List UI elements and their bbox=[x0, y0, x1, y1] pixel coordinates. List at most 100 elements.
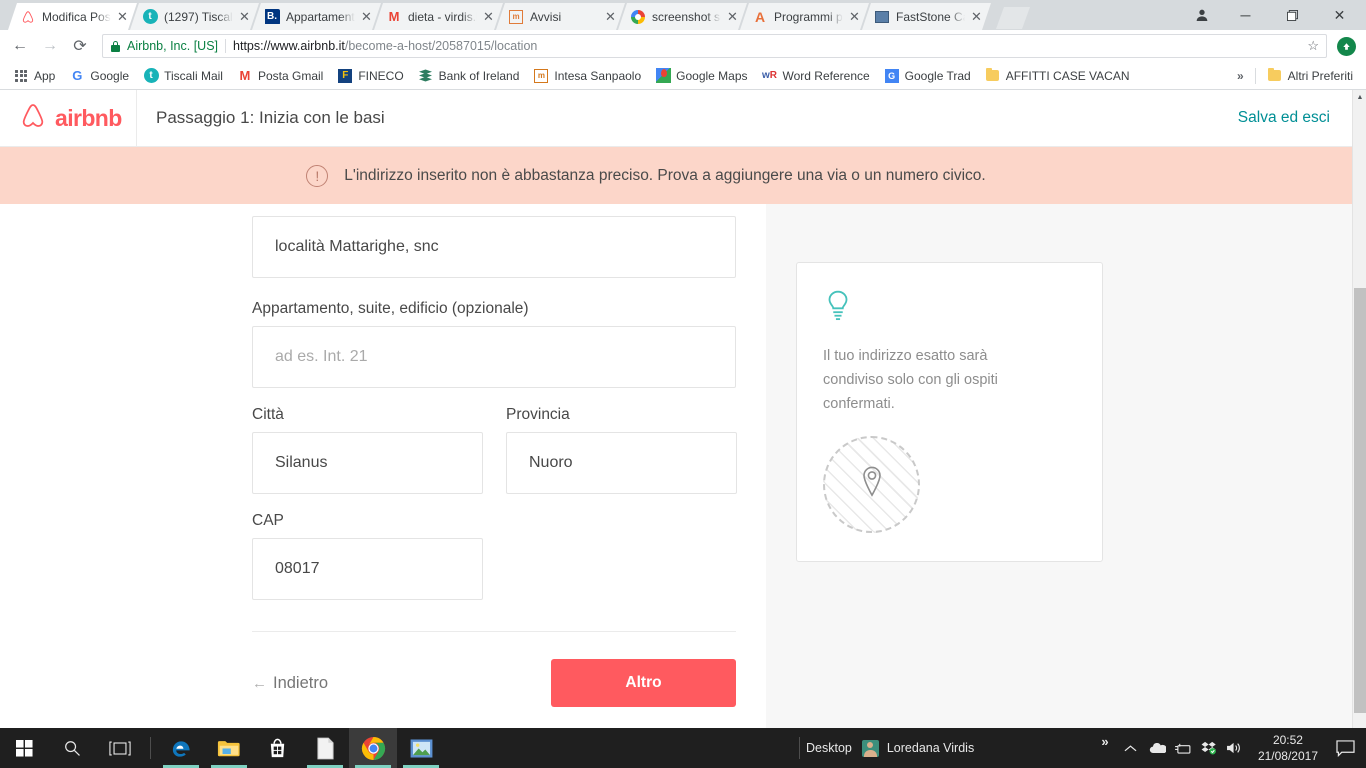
airbnb-icon bbox=[20, 9, 36, 25]
intesa-icon: m bbox=[533, 68, 549, 84]
tab-close-icon[interactable]: ✕ bbox=[971, 10, 985, 23]
task-view-icon[interactable] bbox=[96, 728, 144, 768]
taskbar-clock[interactable]: 20:52 21/08/2017 bbox=[1248, 732, 1328, 764]
tab-close-icon[interactable]: ✕ bbox=[117, 10, 131, 23]
back-button[interactable]: ← Indietro bbox=[252, 674, 328, 693]
province-value: Nuoro bbox=[529, 454, 573, 472]
notification-icon[interactable] bbox=[1328, 728, 1362, 768]
tab-title: Programmi pe bbox=[774, 10, 843, 24]
bookmark-label: Google Trad bbox=[905, 69, 971, 83]
scroll-up-icon[interactable]: ▲ bbox=[1353, 90, 1366, 105]
taskbar-app-microsoft-store[interactable] bbox=[253, 728, 301, 768]
bookmark-label: Word Reference bbox=[783, 69, 870, 83]
tab-close-icon[interactable]: ✕ bbox=[605, 10, 619, 23]
translate-icon: G bbox=[884, 68, 900, 84]
bookmark-intesa-sanpaolo[interactable]: m Intesa Sanpaolo bbox=[526, 65, 648, 87]
apartment-label: Appartamento, suite, edificio (opzionale… bbox=[252, 300, 766, 318]
browser-tab-3[interactable]: M dieta - virdis.lo ✕ bbox=[374, 3, 503, 30]
bookmark-label: Tiscali Mail bbox=[164, 69, 223, 83]
airbnb-logo[interactable]: airbnb bbox=[0, 90, 137, 147]
bookmark-bank-of-ireland[interactable]: Bank of Ireland bbox=[411, 65, 527, 87]
inps-icon: m bbox=[508, 9, 524, 25]
bookmark-affitti-case-vacanze[interactable]: AFFITTI CASE VACAN bbox=[978, 65, 1137, 87]
browser-tab-4[interactable]: m Avvisi ✕ bbox=[496, 3, 625, 30]
bookmark-star-icon[interactable]: ☆ bbox=[1307, 38, 1322, 54]
airbnb-header: airbnb Passaggio 1: Inizia con le basi S… bbox=[0, 90, 1352, 147]
taskbar-app-faststone[interactable] bbox=[397, 728, 445, 768]
bookmark-apps[interactable]: App bbox=[6, 65, 62, 87]
close-button[interactable]: ✕ bbox=[1317, 0, 1362, 30]
address-bar[interactable]: Airbnb, Inc. [US] https://www.airbnb.it/… bbox=[102, 34, 1327, 58]
update-chrome-icon[interactable] bbox=[1337, 37, 1356, 56]
browser-tab-1[interactable]: t (1297) Tiscali M ✕ bbox=[130, 3, 259, 30]
tab-close-icon[interactable]: ✕ bbox=[727, 10, 741, 23]
bookmark-tiscali-mail[interactable]: t Tiscali Mail bbox=[136, 65, 230, 87]
omnibox-divider bbox=[225, 39, 226, 53]
browser-tab-7[interactable]: FastStone Capt ✕ bbox=[862, 3, 991, 30]
city-field-group: Città Silanus bbox=[252, 406, 483, 494]
start-button[interactable] bbox=[0, 728, 48, 768]
bookmark-fineco[interactable]: F FINECO bbox=[330, 65, 410, 87]
profile-icon[interactable] bbox=[1183, 0, 1221, 30]
bookmark-google-maps[interactable]: Google Maps bbox=[648, 65, 754, 87]
bookmark-word-reference[interactable]: wR Word Reference bbox=[755, 65, 877, 87]
desktop-label[interactable]: Desktop bbox=[806, 741, 852, 755]
tab-close-icon[interactable]: ✕ bbox=[849, 10, 863, 23]
privacy-tip-text: Il tuo indirizzo esatto sarà condiviso s… bbox=[823, 344, 1023, 416]
fineco-icon: F bbox=[337, 68, 353, 84]
apartment-input[interactable]: ad es. Int. 21 bbox=[252, 326, 736, 388]
browser-tab-0[interactable]: Modifica Posiz ✕ bbox=[8, 3, 137, 30]
bookmark-label: Google bbox=[90, 69, 129, 83]
warning-message: L'indirizzo inserito non è abbastanza pr… bbox=[344, 167, 985, 185]
tiscali-icon: t bbox=[143, 68, 159, 84]
province-label: Provincia bbox=[506, 406, 737, 424]
back-icon[interactable]: ← bbox=[6, 32, 34, 60]
onedrive-icon[interactable] bbox=[1144, 728, 1170, 768]
privacy-tip-card: Il tuo indirizzo esatto sarà condiviso s… bbox=[796, 262, 1103, 562]
zip-input[interactable]: 08017 bbox=[252, 538, 483, 600]
minimize-button[interactable]: ─ bbox=[1223, 0, 1268, 30]
folder-icon bbox=[1267, 68, 1283, 84]
save-and-exit-link[interactable]: Salva ed esci bbox=[1238, 109, 1352, 127]
taskbar-app-libreoffice[interactable] bbox=[301, 728, 349, 768]
tab-close-icon[interactable]: ✕ bbox=[483, 10, 497, 23]
bookmark-google[interactable]: G Google bbox=[62, 65, 136, 87]
user-account[interactable]: Loredana Virdis bbox=[852, 740, 974, 757]
dropbox-icon[interactable] bbox=[1196, 728, 1222, 768]
tab-title: dieta - virdis.lo bbox=[408, 10, 477, 24]
zip-label: CAP bbox=[252, 512, 766, 530]
tab-close-icon[interactable]: ✕ bbox=[239, 10, 253, 23]
page-scrollbar[interactable]: ▲ bbox=[1352, 90, 1366, 728]
next-button[interactable]: Altro bbox=[551, 659, 736, 707]
volume-icon[interactable] bbox=[1222, 728, 1248, 768]
warning-icon: ! bbox=[306, 165, 328, 187]
scrollbar-thumb[interactable] bbox=[1354, 288, 1366, 713]
taskbar-app-chrome[interactable] bbox=[349, 728, 397, 768]
clock-time: 20:52 bbox=[1273, 732, 1303, 748]
tab-close-icon[interactable]: ✕ bbox=[361, 10, 375, 23]
new-tab-button[interactable] bbox=[996, 7, 1030, 29]
gmail-icon: M bbox=[386, 9, 402, 25]
search-icon[interactable] bbox=[48, 728, 96, 768]
street-address-input[interactable]: località Mattarighe, snc bbox=[252, 216, 736, 278]
reload-icon[interactable]: ⟳ bbox=[66, 32, 94, 60]
chrome-browser-window: Modifica Posiz ✕ t (1297) Tiscali M ✕ B.… bbox=[0, 0, 1366, 728]
city-province-row: Città Silanus Provincia Nuoro bbox=[252, 406, 766, 494]
bookmark-label: Posta Gmail bbox=[258, 69, 323, 83]
taskbar-app-file-explorer[interactable] bbox=[205, 728, 253, 768]
bookmark-other-bookmarks[interactable]: Altri Preferiti bbox=[1260, 65, 1360, 87]
bookmarks-overflow-icon[interactable]: » bbox=[1230, 66, 1251, 86]
chevron-up-icon[interactable] bbox=[1118, 728, 1144, 768]
bookmark-posta-gmail[interactable]: M Posta Gmail bbox=[230, 65, 330, 87]
browser-tab-6[interactable]: A Programmi pe ✕ bbox=[740, 3, 869, 30]
browser-tab-2[interactable]: B. Appartamento ✕ bbox=[252, 3, 381, 30]
maximize-button[interactable] bbox=[1270, 0, 1315, 30]
province-input[interactable]: Nuoro bbox=[506, 432, 737, 494]
tray-overflow-icon[interactable]: » bbox=[1092, 728, 1118, 768]
system-tray: » 20:52 21/08/2017 bbox=[1092, 728, 1366, 768]
taskbar-app-edge[interactable] bbox=[157, 728, 205, 768]
safely-remove-icon[interactable] bbox=[1170, 728, 1196, 768]
browser-tab-5[interactable]: screenshot sof ✕ bbox=[618, 3, 747, 30]
city-input[interactable]: Silanus bbox=[252, 432, 483, 494]
bookmark-google-trad[interactable]: G Google Trad bbox=[877, 65, 978, 87]
